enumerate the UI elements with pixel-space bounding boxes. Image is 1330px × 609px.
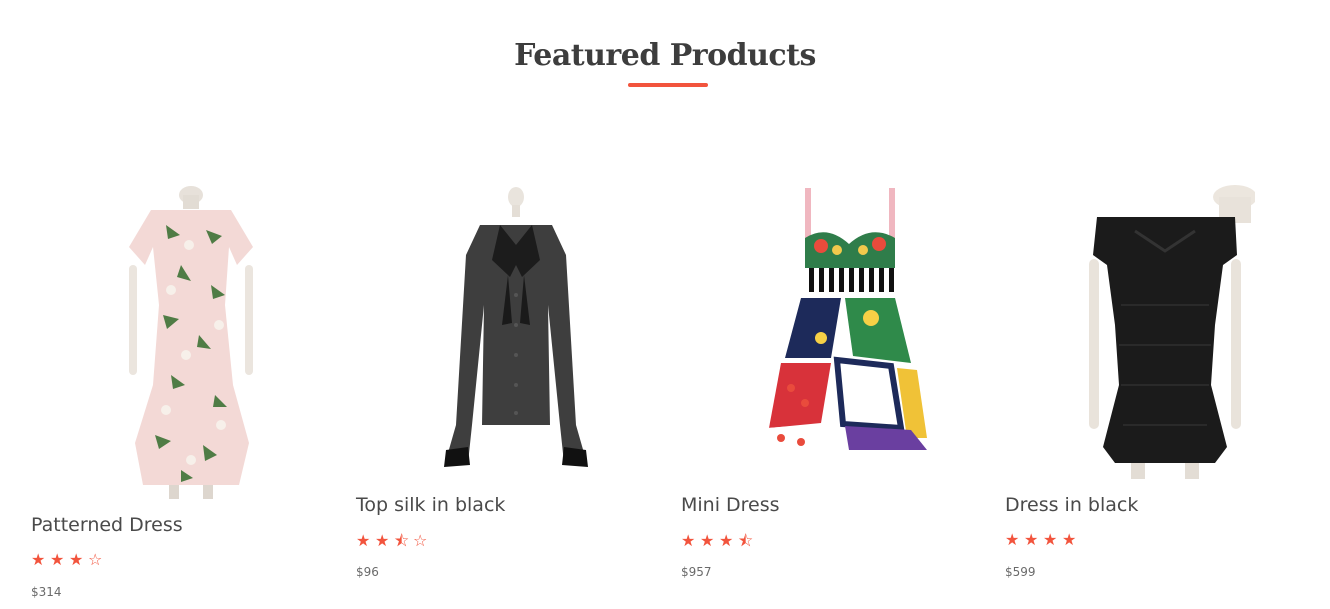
- product-card[interactable]: Patterned Dress ★ ★ ★ ☆ $314: [31, 180, 331, 605]
- star-half-icon: ⯪: [738, 531, 757, 550]
- star-rating: ★ ★ ★ ★: [1005, 530, 1081, 549]
- product-price: $314: [31, 585, 62, 599]
- product-card[interactable]: Top silk in black ★ ★ ⯪☆ $96: [356, 180, 656, 585]
- product-name[interactable]: Dress in black: [1005, 494, 1138, 516]
- star-empty-icon: ☆: [413, 531, 431, 550]
- star-rating: ★ ★ ★ ⯪: [681, 530, 757, 557]
- star-filled-icon: ★: [69, 550, 87, 569]
- star-filled-icon: ★: [356, 531, 374, 550]
- title-underline: [628, 83, 708, 87]
- star-filled-icon: ★: [1005, 530, 1023, 549]
- star-filled-icon: ★: [719, 531, 737, 550]
- product-name[interactable]: Mini Dress: [681, 494, 780, 516]
- product-price: $599: [1005, 565, 1036, 579]
- star-half-icon: ⯪: [394, 531, 413, 550]
- star-rating: ★ ★ ⯪☆: [356, 530, 432, 557]
- star-filled-icon: ★: [1062, 530, 1080, 549]
- product-image[interactable]: [1085, 185, 1255, 485]
- product-card[interactable]: Mini Dress ★ ★ ★ ⯪ $957: [681, 180, 981, 585]
- section-title: Featured Products: [514, 38, 816, 73]
- star-filled-icon: ★: [1024, 530, 1042, 549]
- star-filled-icon: ★: [1043, 530, 1061, 549]
- product-card[interactable]: Dress in black ★ ★ ★ ★ $599: [1005, 180, 1305, 585]
- product-image[interactable]: [761, 188, 929, 488]
- product-image[interactable]: [436, 185, 596, 485]
- product-name[interactable]: Patterned Dress: [31, 514, 183, 536]
- star-filled-icon: ★: [700, 531, 718, 550]
- star-filled-icon: ★: [375, 531, 393, 550]
- star-filled-icon: ★: [31, 550, 49, 569]
- star-rating: ★ ★ ★ ☆: [31, 550, 107, 569]
- star-filled-icon: ★: [681, 531, 699, 550]
- star-filled-icon: ★: [50, 550, 68, 569]
- product-price: $96: [356, 565, 379, 579]
- star-empty-icon: ☆: [88, 550, 106, 569]
- product-name[interactable]: Top silk in black: [356, 494, 505, 516]
- product-price: $957: [681, 565, 712, 579]
- product-image[interactable]: [111, 185, 271, 499]
